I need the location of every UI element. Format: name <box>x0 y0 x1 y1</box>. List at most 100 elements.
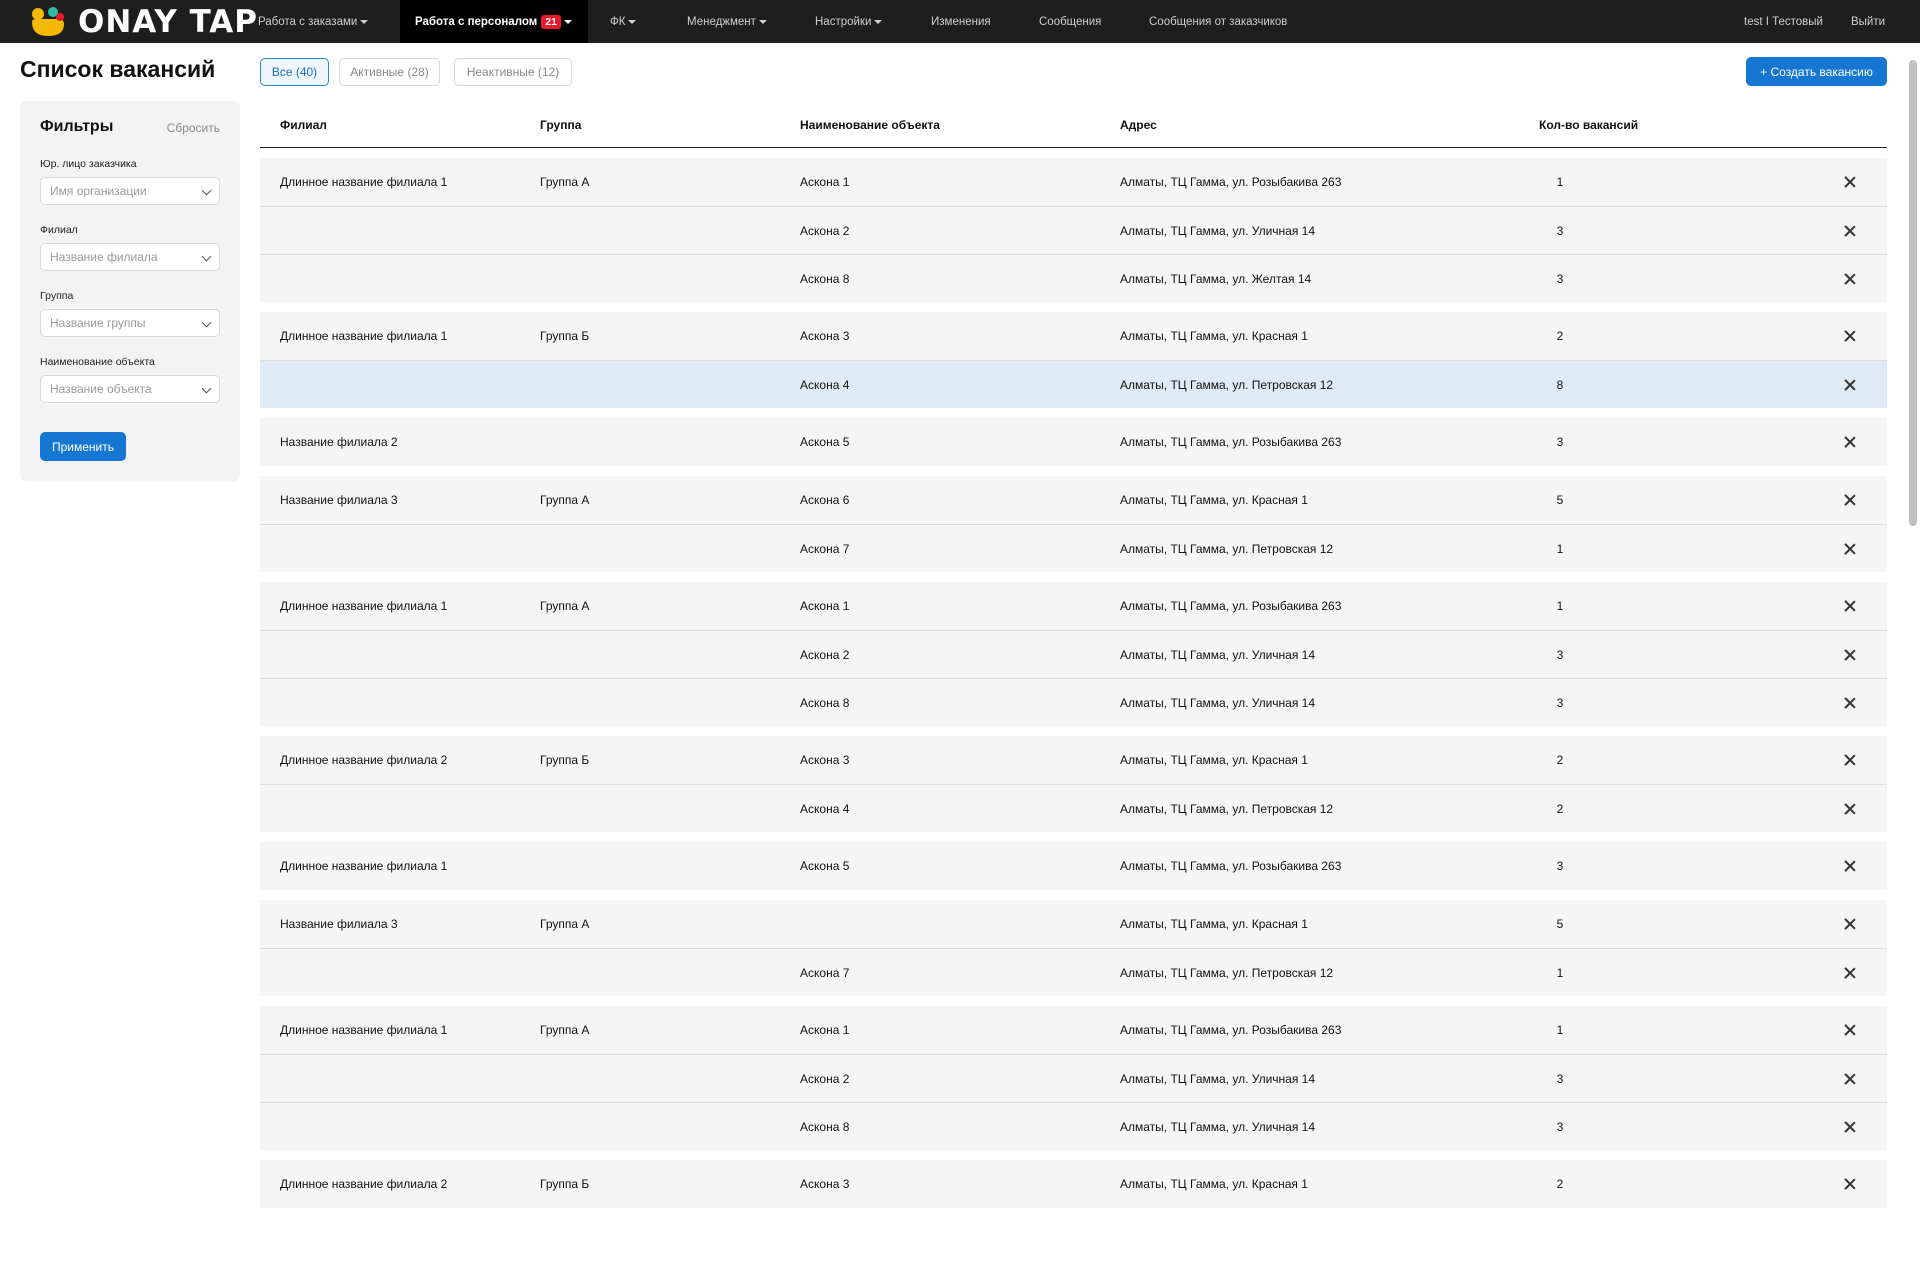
table-row-group: Длинное название филиала 1 Группа Б Аскона… <box>260 312 1887 408</box>
table-row[interactable]: Аскона 7 Алматы, ТЦ Гамма, ул. Петровская… <box>260 948 1887 996</box>
cell-address: Алматы, ТЦ Гамма, ул. Красная 1 <box>1120 493 1308 507</box>
user-name[interactable]: test I Тестовый <box>1744 0 1823 43</box>
close-icon[interactable] <box>1844 176 1856 188</box>
cell-object: Аскона 2 <box>800 648 850 662</box>
column-header-address[interactable]: Адрес <box>1120 118 1157 132</box>
close-icon[interactable] <box>1844 649 1856 661</box>
cell-object: Аскона 4 <box>800 802 850 816</box>
cell-object: Аскона 5 <box>800 859 850 873</box>
apply-filters-button[interactable]: Применить <box>40 432 126 461</box>
cell-object: Аскона 7 <box>800 966 850 980</box>
nav-personnel[interactable]: Работа с персоналом 21 <box>400 0 588 43</box>
filter-customer-select[interactable]: Имя организации <box>40 177 220 205</box>
table-row[interactable]: Длинное название филиала 1 Группа А Аскона… <box>260 158 1887 206</box>
table-row[interactable]: Длинное название филиала 1 Группа А Аскона… <box>260 582 1887 630</box>
filter-label-branch: Филиал <box>40 224 78 236</box>
nav-management[interactable]: Менеджмент <box>687 0 767 43</box>
table-row[interactable]: Длинное название филиала 1 Аскона 5 Алматы… <box>260 842 1887 890</box>
close-icon[interactable] <box>1844 436 1856 448</box>
table-row[interactable]: Длинное название филиала 1 Группа А Аскона… <box>260 1006 1887 1054</box>
cell-count: 2 <box>1556 1177 1564 1191</box>
close-icon[interactable] <box>1844 1121 1856 1133</box>
chevron-down-icon <box>201 251 212 262</box>
close-icon[interactable] <box>1844 697 1856 709</box>
nav-changes-label: Изменения <box>931 15 991 28</box>
close-icon[interactable] <box>1844 803 1856 815</box>
table-row[interactable]: Аскона 2 Алматы, ТЦ Гамма, ул. Уличная 14… <box>260 206 1887 254</box>
tab-active[interactable]: Активные (28) <box>339 58 440 86</box>
table-row[interactable]: Аскона 2 Алматы, ТЦ Гамма, ул. Уличная 14… <box>260 630 1887 678</box>
close-icon[interactable] <box>1844 918 1856 930</box>
tab-all[interactable]: Все (40) <box>260 58 329 86</box>
nav-fk-label: ФК <box>610 15 626 28</box>
column-header-count[interactable]: Кол-во вакансий <box>1539 118 1638 132</box>
chevron-down-icon <box>628 19 637 24</box>
table-row[interactable]: Аскона 4 Алматы, ТЦ Гамма, ул. Петровская… <box>260 784 1887 832</box>
nav-changes[interactable]: Изменения <box>931 0 991 43</box>
close-icon[interactable] <box>1844 600 1856 612</box>
column-header-group[interactable]: Группа <box>540 118 581 132</box>
filter-object-select[interactable]: Название объекта <box>40 375 220 403</box>
close-icon[interactable] <box>1844 543 1856 555</box>
scrollbar-thumb[interactable] <box>1909 60 1917 526</box>
close-icon[interactable] <box>1844 1024 1856 1036</box>
filters-panel: Фильтры Сбросить Юр. лицо заказчика Имя … <box>20 101 240 481</box>
table-row[interactable]: Аскона 8 Алматы, ТЦ Гамма, ул. Желтая 14 3 <box>260 254 1887 302</box>
cell-address: Алматы, ТЦ Гамма, ул. Желтая 14 <box>1120 272 1312 286</box>
table-row[interactable]: Длинное название филиала 1 Группа Б Аскона… <box>260 312 1887 360</box>
close-icon[interactable] <box>1844 967 1856 979</box>
tab-inactive[interactable]: Неактивные (12) <box>454 58 572 86</box>
close-icon[interactable] <box>1844 754 1856 766</box>
filter-branch-select[interactable]: Название филиала <box>40 243 220 271</box>
cell-count: 2 <box>1556 753 1564 767</box>
chevron-down-icon <box>201 185 212 196</box>
page-title: Список вакансий <box>20 56 216 82</box>
table-row[interactable]: Аскона 7 Алматы, ТЦ Гамма, ул. Петровская… <box>260 524 1887 572</box>
logout-link[interactable]: Выйти <box>1851 0 1885 43</box>
table-row-group: Название филиала 3 Группа А Алматы, ТЦ Гам… <box>260 900 1887 996</box>
table-row[interactable]: Название филиала 3 Группа А Алматы, ТЦ Гам… <box>260 900 1887 948</box>
close-icon[interactable] <box>1844 379 1856 391</box>
nav-customer-messages[interactable]: Сообщения от заказчиков <box>1149 0 1287 43</box>
nav-fk[interactable]: ФК <box>610 0 637 43</box>
close-icon[interactable] <box>1844 225 1856 237</box>
table-row[interactable]: Аскона 8 Алматы, ТЦ Гамма, ул. Уличная 14… <box>260 678 1887 726</box>
cell-branch: Длинное название филиала 1 <box>280 859 448 873</box>
cell-count: 3 <box>1556 859 1564 873</box>
cell-address: Алматы, ТЦ Гамма, ул. Уличная 14 <box>1120 696 1315 710</box>
cell-branch: Длинное название филиала 1 <box>280 599 448 613</box>
nav-orders[interactable]: Работа с заказами <box>258 0 369 43</box>
table-row[interactable]: Аскона 8 Алматы, ТЦ Гамма, ул. Уличная 14… <box>260 1102 1887 1150</box>
cell-group: Группа А <box>540 493 590 507</box>
close-icon[interactable] <box>1844 273 1856 285</box>
close-icon[interactable] <box>1844 494 1856 506</box>
table-header: Филиал Группа Наименование объекта Адрес… <box>260 110 1887 148</box>
table-row[interactable]: Название филиала 2 Аскона 5 Алматы, ТЦ Гам… <box>260 418 1887 466</box>
notification-badge: 21 <box>541 14 561 29</box>
filter-group-select[interactable]: Название группы <box>40 309 220 337</box>
close-icon[interactable] <box>1844 860 1856 872</box>
close-icon[interactable] <box>1844 330 1856 342</box>
cell-count: 5 <box>1556 493 1564 507</box>
cell-object: Аскона 2 <box>800 224 850 238</box>
table-row-group: Длинное название филиала 1 Группа А Аскона… <box>260 1006 1887 1150</box>
cell-count: 1 <box>1556 175 1564 189</box>
filters-reset-link[interactable]: Сбросить <box>167 121 220 135</box>
table-row[interactable]: Аскона 4 Алматы, ТЦ Гамма, ул. Петровская… <box>260 360 1887 408</box>
create-vacancy-button[interactable]: + Создать вакансию <box>1746 57 1887 86</box>
close-icon[interactable] <box>1844 1178 1856 1190</box>
chevron-down-icon <box>201 383 212 394</box>
table-row[interactable]: Длинное название филиала 2 Группа Б Аскона… <box>260 1160 1887 1208</box>
close-icon[interactable] <box>1844 1073 1856 1085</box>
nav-settings[interactable]: Настройки <box>815 0 883 43</box>
column-header-object[interactable]: Наименование объекта <box>800 118 940 132</box>
nav-messages[interactable]: Сообщения <box>1039 0 1101 43</box>
nav-management-label: Менеджмент <box>687 15 756 28</box>
table-row[interactable]: Длинное название филиала 2 Группа Б Аскона… <box>260 736 1887 784</box>
table-row[interactable]: Название филиала 3 Группа А Аскона 6 Алматы… <box>260 476 1887 524</box>
brand-logo[interactable]: ONAY TAP <box>28 4 258 40</box>
table-row[interactable]: Аскона 2 Алматы, ТЦ Гамма, ул. Уличная 14… <box>260 1054 1887 1102</box>
cell-object: Аскона 1 <box>800 1023 850 1037</box>
nav-messages-label: Сообщения <box>1039 15 1102 28</box>
column-header-branch[interactable]: Филиал <box>280 118 327 132</box>
